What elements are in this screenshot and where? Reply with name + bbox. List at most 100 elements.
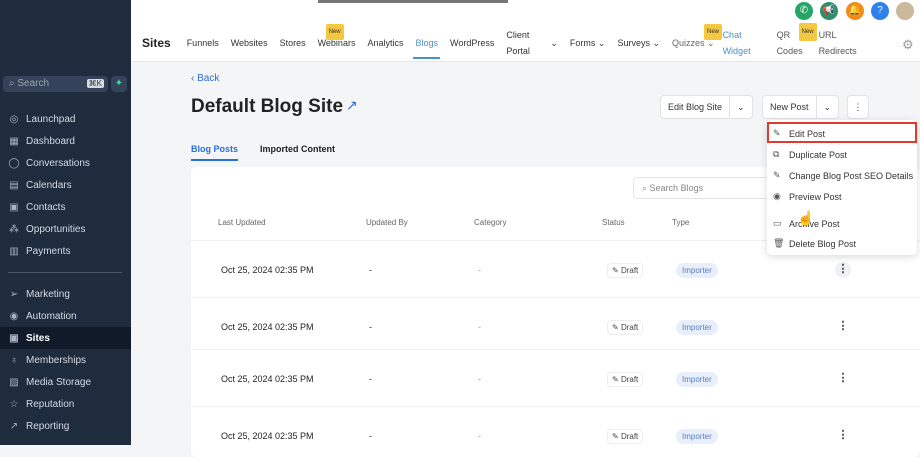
pencil-icon: ✎ xyxy=(612,266,619,275)
help-icon[interactable]: ? xyxy=(871,2,889,20)
menu-item-change-blog-post-seo-details[interactable]: ✎ Change Blog Post SEO Details xyxy=(773,170,913,181)
menu-item-delete-blog-post[interactable]: 🗑 Delete Blog Post xyxy=(773,238,856,249)
shortcut-badge: ⌘K xyxy=(86,79,104,88)
row-divider xyxy=(191,349,920,350)
search-blogs-input[interactable]: ⌕ Search Blogs xyxy=(633,177,773,199)
tab-blog-posts[interactable]: Blog Posts xyxy=(191,144,239,161)
row-actions-button[interactable]: ⋮ xyxy=(835,371,851,384)
ai-spark-button[interactable]: ✦ xyxy=(111,76,127,92)
image-icon: ▨ xyxy=(9,376,19,388)
phone-icon[interactable]: ✆ xyxy=(795,2,813,20)
pencil-icon: ✎ xyxy=(612,432,619,441)
hand-cursor-icon: ☝ xyxy=(797,210,815,226)
status-badge: ✎ Draft xyxy=(607,429,644,444)
status-badge: ✎ Draft xyxy=(607,372,644,387)
back-link[interactable]: ‹ Back xyxy=(191,73,219,84)
chevron-down-icon[interactable]: ⌄ xyxy=(815,96,839,118)
type-badge: Importer xyxy=(676,372,718,387)
cell-updated-by: - xyxy=(369,431,372,441)
sidebar-item-label: Payments xyxy=(26,245,71,257)
tab-analytics[interactable]: Analytics xyxy=(367,36,403,50)
sidebar-item-dashboard[interactable]: ▦ Dashboard xyxy=(0,130,131,152)
cell-updated-by: - xyxy=(369,265,372,275)
new-badge: New xyxy=(325,24,344,40)
award-icon: ♁ xyxy=(10,354,18,366)
megaphone-icon[interactable]: 📢 xyxy=(820,2,838,20)
sidebar-item-automation[interactable]: ◉ Automation xyxy=(0,305,131,327)
sidebar-item-conversations[interactable]: ◯ Conversations xyxy=(0,152,131,174)
sidebar-item-launchpad[interactable]: ◎ Launchpad xyxy=(0,108,131,130)
pencil-icon: ✎ xyxy=(773,170,781,180)
cell-last-updated: Oct 25, 2024 02:35 PM xyxy=(221,374,314,384)
automation-icon: ◉ xyxy=(9,310,19,322)
row-divider xyxy=(191,297,920,298)
tab-funnels[interactable]: Funnels xyxy=(187,36,219,50)
sidebar-item-label: Launchpad xyxy=(26,113,76,125)
sidebar-item-marketing[interactable]: ➢ Marketing xyxy=(0,283,131,305)
type-badge: Importer xyxy=(676,320,718,335)
sidebar-item-memberships[interactable]: ♁ Memberships xyxy=(0,349,131,371)
row-actions-button[interactable]: ⋮ xyxy=(835,319,851,332)
cell-category: - xyxy=(478,431,481,441)
status-badge: ✎ Draft xyxy=(607,263,644,278)
cell-category: - xyxy=(478,322,481,332)
send-icon: ➢ xyxy=(9,288,19,300)
menu-item-preview-post[interactable]: ◉ Preview Post xyxy=(773,191,842,202)
pencil-icon: ✎ xyxy=(612,375,619,384)
tab-imported-content[interactable]: Imported Content xyxy=(260,144,335,161)
sidebar-item-payments[interactable]: ▥ Payments xyxy=(0,240,131,262)
sidebar-item-contacts[interactable]: ▣ Contacts xyxy=(0,196,131,218)
sidebar-item-label: Memberships xyxy=(26,354,87,366)
tab-qr-codes[interactable]: New QR Codes xyxy=(777,23,817,59)
bell-icon[interactable]: 🔔 xyxy=(846,2,864,20)
menu-item-duplicate-post[interactable]: ⧉ Duplicate Post xyxy=(773,149,847,160)
sidebar-item-opportunities[interactable]: ⁂ Opportunities xyxy=(0,218,131,240)
header-last-updated[interactable]: Last Updated xyxy=(218,218,266,227)
new-badge: New xyxy=(704,24,723,40)
avatar[interactable] xyxy=(896,2,914,20)
chevron-down-icon[interactable]: ⌄ xyxy=(729,96,752,118)
type-badge: Importer xyxy=(676,263,718,278)
sidebar-item-reputation[interactable]: ☆ Reputation xyxy=(0,393,131,415)
sidebar-item-label: Opportunities xyxy=(26,223,86,235)
cell-category: - xyxy=(478,374,481,384)
more-options-button[interactable]: ⋮ xyxy=(847,95,869,119)
tab-websites[interactable]: Websites xyxy=(231,36,268,50)
tab-wordpress[interactable]: WordPress xyxy=(450,36,494,50)
opportunities-icon: ⁂ xyxy=(9,223,19,235)
chat-icon: ◯ xyxy=(8,157,20,169)
tab-quizzes[interactable]: New Quizzes ⌄ xyxy=(672,24,723,50)
sidebar: ⌕ Search ⌘K ✦ ◎ Launchpad ▦ Dashboard ◯ Conver… xyxy=(0,0,131,445)
external-link-icon[interactable]: ↗ xyxy=(346,97,358,114)
rocket-icon: ◎ xyxy=(9,113,19,125)
highlight-box xyxy=(767,122,917,143)
sidebar-item-calendars[interactable]: ▤ Calendars xyxy=(0,174,131,196)
header-updated-by: Updated By xyxy=(366,218,408,227)
sidebar-item-media-storage[interactable]: ▨ Media Storage xyxy=(0,371,131,393)
cell-category: - xyxy=(478,265,481,275)
new-post-button[interactable]: New Post ⌄ xyxy=(762,95,840,119)
header-category: Category xyxy=(474,218,507,227)
sidebar-item-label: Conversations xyxy=(26,157,90,169)
edit-blog-site-button[interactable]: Edit Blog Site ⌄ xyxy=(660,95,753,119)
dashboard-icon: ▦ xyxy=(9,135,19,147)
tab-stores[interactable]: Stores xyxy=(280,36,306,50)
tab-url-redirects[interactable]: URL Redirects xyxy=(819,27,859,59)
window-bar xyxy=(318,0,508,3)
row-actions-button[interactable]: ⋮ xyxy=(835,428,851,441)
chevron-down-icon[interactable]: ⌄ xyxy=(550,36,558,50)
archive-icon: ▭ xyxy=(773,218,782,228)
tab-client-portal[interactable]: Client Portal xyxy=(506,27,538,59)
sidebar-search[interactable]: ⌕ Search ⌘K xyxy=(3,76,108,92)
gear-icon[interactable]: ⚙ xyxy=(902,37,914,53)
sidebar-item-sites[interactable]: ▣ Sites xyxy=(0,327,131,349)
tab-forms[interactable]: Forms ⌄ xyxy=(570,36,606,50)
sidebar-item-label: Reputation xyxy=(26,398,75,410)
sidebar-item-label: Marketing xyxy=(26,288,70,300)
tab-blogs[interactable]: Blogs xyxy=(413,36,440,59)
row-actions-button[interactable]: ⋮ xyxy=(835,262,851,278)
tab-surveys[interactable]: Surveys ⌄ xyxy=(617,36,660,50)
sidebar-item-reporting[interactable]: ↗ Reporting xyxy=(0,415,131,437)
tab-chat-widget[interactable]: Chat Widget xyxy=(723,27,759,59)
tab-webinars[interactable]: New Webinars xyxy=(318,24,355,50)
